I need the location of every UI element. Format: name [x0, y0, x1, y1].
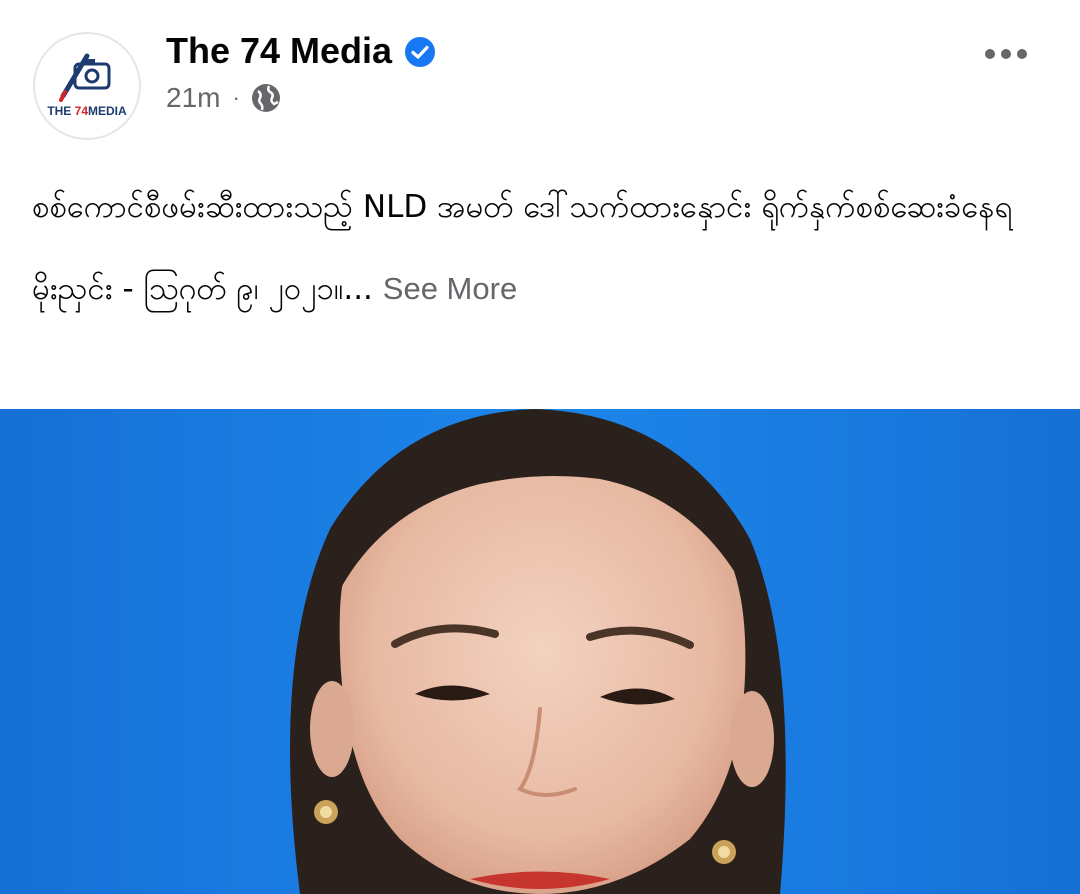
post-headline: စစ်ကောင်စီဖမ်းဆီးထားသည့် NLD အမတ် ဒေါ်သက… [32, 189, 1013, 225]
more-options-button[interactable] [976, 34, 1036, 74]
page-name-link[interactable]: The 74 Media [166, 30, 392, 72]
see-more-link[interactable]: See More [383, 271, 517, 306]
post-header: THE 74MEDIA The 74 Media 21m · [0, 0, 1080, 150]
more-options-icon [985, 49, 995, 59]
page-name-row: The 74 Media [166, 30, 436, 72]
facebook-post: THE 74MEDIA The 74 Media 21m · စစ်ကောင်စ… [0, 0, 1080, 894]
post-timestamp[interactable]: 21m [166, 82, 220, 114]
more-options-icon [1017, 49, 1027, 59]
more-options-icon [1001, 49, 1011, 59]
avatar-logo-text: THE 74MEDIA [47, 104, 127, 118]
post-photo[interactable] [0, 409, 1080, 894]
page-avatar[interactable]: THE 74MEDIA [33, 32, 141, 140]
meta-separator: · [232, 85, 240, 110]
post-meta: 21m · [166, 82, 282, 114]
post-body-preview: မိုးညှင်း - ဩဂုတ် ၉၊ ၂၀၂၁။... See More [32, 262, 1052, 316]
post-text: စစ်ကောင်စီဖမ်းဆီးထားသည့် NLD အမတ် ဒေါ်သက… [32, 180, 1052, 344]
portrait-photo-image [0, 409, 1080, 894]
globe-icon[interactable] [250, 82, 282, 114]
post-dateline: မိုးညှင်း - ဩဂုတ် ၉၊ ၂၀၂၁။... [32, 271, 373, 307]
verified-badge-icon [404, 35, 436, 67]
camera-logo-icon [59, 53, 111, 102]
